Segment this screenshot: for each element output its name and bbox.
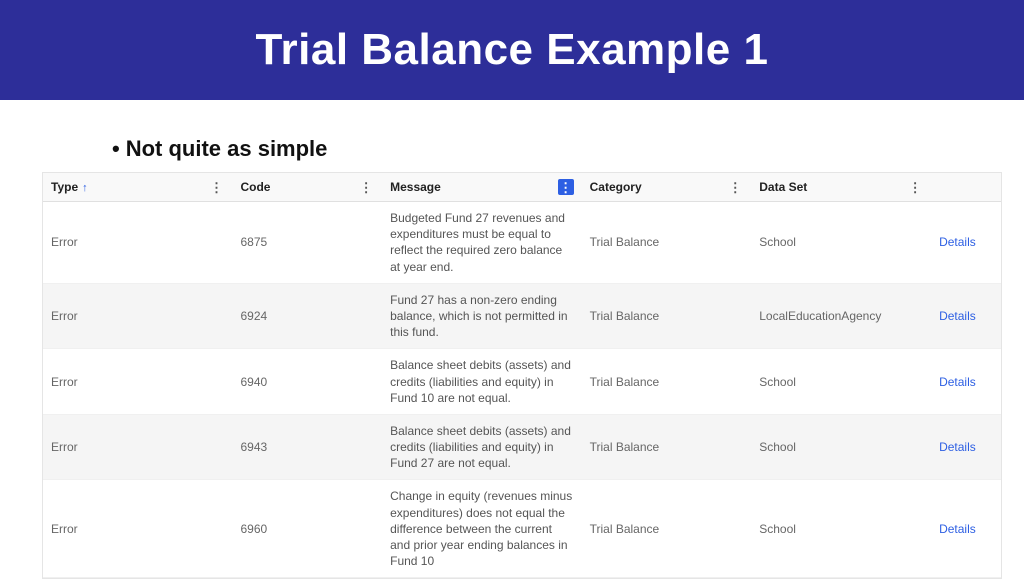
- cell-code: 6940: [232, 349, 382, 415]
- cell-code: 6943: [232, 414, 382, 480]
- details-link[interactable]: Details: [939, 522, 976, 536]
- cell-type: Error: [43, 202, 232, 284]
- details-link[interactable]: Details: [939, 309, 976, 323]
- column-label: Code: [240, 180, 270, 194]
- cell-dataset: School: [751, 202, 931, 284]
- cell-message: Balance sheet debits (assets) and credit…: [382, 414, 582, 480]
- column-header-category[interactable]: Category ⋮: [582, 173, 752, 202]
- page-title: Trial Balance Example 1: [256, 25, 769, 75]
- cell-message: Budgeted Fund 27 revenues and expenditur…: [382, 202, 582, 284]
- cell-type: Error: [43, 414, 232, 480]
- cell-category: Trial Balance: [582, 349, 752, 415]
- bullet-text: Not quite as simple: [126, 136, 328, 161]
- column-label: Type: [51, 180, 78, 194]
- cell-category: Trial Balance: [582, 283, 752, 349]
- column-label: Message: [390, 180, 441, 194]
- column-menu-icon[interactable]: ⋮: [358, 179, 374, 195]
- bullet-line: •Not quite as simple: [112, 136, 982, 162]
- cell-message: Fund 27 has a non-zero ending balance, w…: [382, 283, 582, 349]
- column-header-message[interactable]: Message ⋮: [382, 173, 582, 202]
- cell-actions: Details: [931, 202, 1001, 284]
- cell-code: 6924: [232, 283, 382, 349]
- cell-type: Error: [43, 480, 232, 578]
- title-band: Trial Balance Example 1: [0, 0, 1024, 100]
- table-row: Error 6924 Fund 27 has a non-zero ending…: [43, 283, 1001, 349]
- details-link[interactable]: Details: [939, 440, 976, 454]
- cell-message: Balance sheet debits (assets) and credit…: [382, 349, 582, 415]
- cell-actions: Details: [931, 480, 1001, 578]
- cell-dataset: School: [751, 414, 931, 480]
- column-menu-icon[interactable]: ⋮: [727, 179, 743, 195]
- column-menu-icon[interactable]: ⋮: [558, 179, 574, 195]
- cell-category: Trial Balance: [582, 202, 752, 284]
- sort-asc-icon: ↑: [82, 182, 88, 194]
- table-row: Error 6943 Balance sheet debits (assets)…: [43, 414, 1001, 480]
- cell-actions: Details: [931, 349, 1001, 415]
- column-menu-icon[interactable]: ⋮: [907, 179, 923, 195]
- column-header-code[interactable]: Code ⋮: [232, 173, 382, 202]
- cell-category: Trial Balance: [582, 480, 752, 578]
- content-area: •Not quite as simple Type ↑ ⋮: [0, 100, 1024, 579]
- cell-type: Error: [43, 283, 232, 349]
- cell-type: Error: [43, 349, 232, 415]
- table-header-row: Type ↑ ⋮ Code ⋮ Message ⋮: [43, 173, 1001, 202]
- table-row: Error 6875 Budgeted Fund 27 revenues and…: [43, 202, 1001, 284]
- cell-actions: Details: [931, 283, 1001, 349]
- cell-message: Change in equity (revenues minus expendi…: [382, 480, 582, 578]
- details-link[interactable]: Details: [939, 375, 976, 389]
- cell-category: Trial Balance: [582, 414, 752, 480]
- cell-code: 6875: [232, 202, 382, 284]
- cell-dataset: LocalEducationAgency: [751, 283, 931, 349]
- column-header-type[interactable]: Type ↑ ⋮: [43, 173, 232, 202]
- cell-dataset: School: [751, 480, 931, 578]
- column-label: Data Set: [759, 180, 807, 194]
- cell-actions: Details: [931, 414, 1001, 480]
- bullet-dot: •: [112, 136, 120, 161]
- column-label: Category: [590, 180, 642, 194]
- table-row: Error 6940 Balance sheet debits (assets)…: [43, 349, 1001, 415]
- cell-dataset: School: [751, 349, 931, 415]
- column-header-dataset[interactable]: Data Set ⋮: [751, 173, 931, 202]
- details-link[interactable]: Details: [939, 235, 976, 249]
- cell-code: 6960: [232, 480, 382, 578]
- column-header-actions: [931, 173, 1001, 202]
- column-menu-icon[interactable]: ⋮: [208, 179, 224, 195]
- table-row: Error 6960 Change in equity (revenues mi…: [43, 480, 1001, 578]
- error-table: Type ↑ ⋮ Code ⋮ Message ⋮: [42, 172, 1002, 579]
